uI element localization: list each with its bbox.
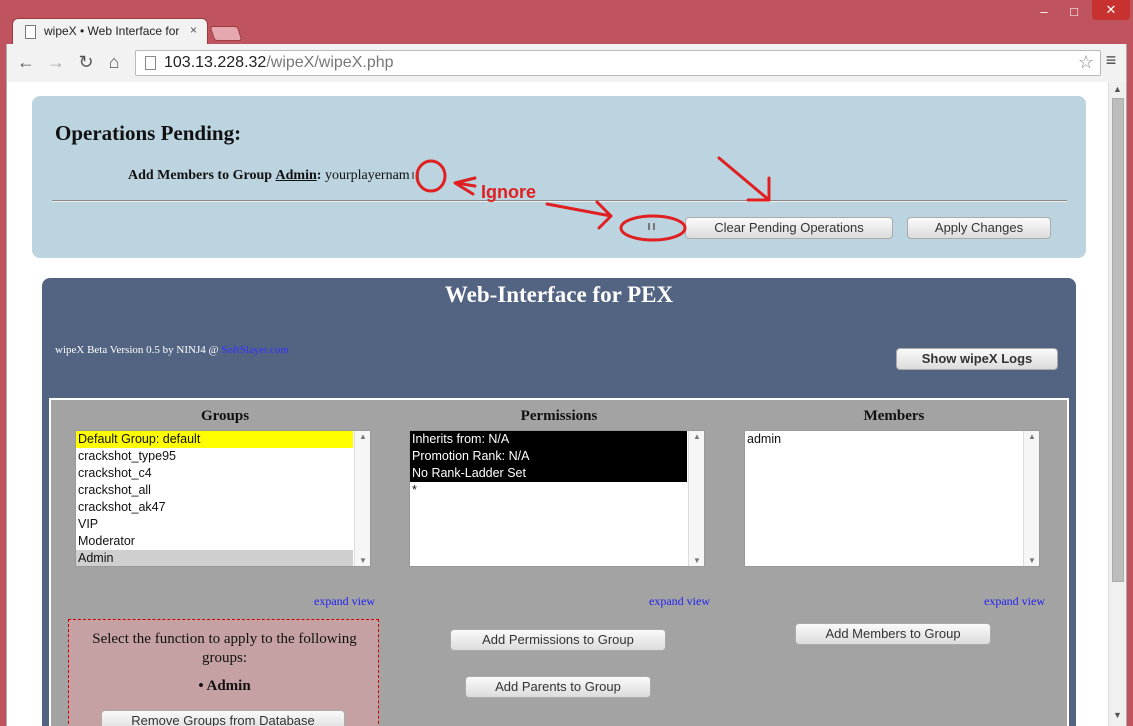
page-icon	[25, 25, 36, 39]
scroll-up-icon[interactable]: ▲	[359, 432, 367, 441]
minimize-icon[interactable]: –	[1032, 4, 1056, 19]
tab-title: wipeX • Web Interface for	[44, 24, 180, 38]
group-item[interactable]: crackshot_type95	[76, 448, 353, 465]
selected-group: • Admin	[198, 678, 251, 694]
scroll-up-icon[interactable]: ▲	[1113, 84, 1122, 94]
groups-listbox[interactable]: Default Group: default crackshot_type95 …	[75, 430, 371, 567]
members-scrollbar[interactable]: ▲ ▼	[1023, 431, 1039, 566]
groups-scrollbar[interactable]: ▲ ▼	[354, 431, 370, 566]
scroll-up-icon[interactable]: ▲	[693, 432, 701, 441]
browser-toolbar: ← → ↻ ⌂ 103.13.228.32/wipeX/wipeX.php ☆ …	[6, 44, 1127, 82]
group-item[interactable]: Moderator	[76, 533, 353, 550]
page-icon	[145, 56, 156, 70]
url-host: 103.13.228.32	[164, 54, 267, 71]
ignore-annotation-label: Ignore	[481, 182, 537, 202]
pending-operation: Add Members to Group Admin: yourplayerna…	[128, 168, 419, 184]
url-path: /wipeX/wipeX.php	[266, 54, 394, 71]
permissions-listbox[interactable]: Inherits from: N/A Promotion Rank: N/A N…	[409, 430, 705, 567]
scroll-down-icon[interactable]: ▼	[359, 556, 367, 565]
pending-op-value: yourplayernam	[324, 168, 410, 183]
version-text: wipeX Beta Version 0.5 by NINJ4 @	[55, 344, 219, 356]
permissions-scrollbar[interactable]: ▲ ▼	[688, 431, 704, 566]
page-title: Web-Interface for PEX	[444, 282, 674, 307]
pending-icon[interactable]	[648, 223, 655, 230]
main-panel: Web-Interface for PEX wipeX Beta Version…	[42, 278, 1076, 726]
pending-operations-panel: Operations Pending: Add Members to Group…	[32, 96, 1086, 258]
scroll-down-icon[interactable]: ▼	[1113, 710, 1122, 720]
group-function-box: Select the function to apply to the foll…	[68, 619, 379, 726]
scroll-thumb[interactable]	[1112, 98, 1124, 582]
add-members-button[interactable]: Add Members to Group	[795, 623, 991, 645]
pending-title: Operations Pending:	[55, 121, 242, 145]
members-header: Members	[863, 408, 925, 424]
url-text: 103.13.228.32/wipeX/wipeX.php	[164, 54, 394, 72]
clear-pending-button[interactable]: Clear Pending Operations	[685, 217, 893, 239]
pending-op-prefix: Add Members to Group	[128, 168, 273, 183]
permissions-expand-link[interactable]: expand view	[649, 594, 710, 609]
scroll-up-icon[interactable]: ▲	[1028, 432, 1036, 441]
bookmark-star-icon[interactable]: ☆	[1078, 52, 1094, 73]
add-parents-button[interactable]: Add Parents to Group	[465, 676, 651, 698]
page-viewport: Operations Pending: Add Members to Group…	[6, 82, 1127, 726]
scroll-down-icon[interactable]: ▼	[693, 556, 701, 565]
add-permissions-button[interactable]: Add Permissions to Group	[450, 629, 666, 651]
remove-op-icon[interactable]	[411, 172, 419, 180]
members-expand-link[interactable]: expand view	[984, 594, 1045, 609]
group-item[interactable]: crackshot_c4	[76, 465, 353, 482]
close-window-icon[interactable]: ✕	[1092, 0, 1130, 20]
pending-op-group-link[interactable]: Admin	[276, 168, 317, 183]
divider	[52, 200, 1067, 202]
permission-item[interactable]: No Rank-Ladder Set	[410, 465, 687, 482]
permission-item[interactable]: Promotion Rank: N/A	[410, 448, 687, 465]
address-bar[interactable]: 103.13.228.32/wipeX/wipeX.php ☆	[135, 50, 1101, 76]
function-instructions: Select the function to apply to the foll…	[92, 631, 357, 666]
remove-groups-button[interactable]: Remove Groups from Database	[101, 710, 345, 726]
home-icon[interactable]: ⌂	[103, 52, 125, 73]
show-logs-button[interactable]: Show wipeX Logs	[896, 348, 1058, 370]
softslayer-link[interactable]: SoftSlayer.com	[221, 344, 289, 356]
reload-icon[interactable]: ↻	[75, 52, 97, 73]
scroll-down-icon[interactable]: ▼	[1028, 556, 1036, 565]
pending-op-colon: :	[316, 168, 322, 183]
group-item[interactable]: crackshot_ak47	[76, 499, 353, 516]
browser-tab[interactable]: wipeX • Web Interface for ×	[12, 18, 208, 44]
group-item[interactable]: VIP	[76, 516, 353, 533]
group-item[interactable]: crackshot_all	[76, 482, 353, 499]
new-tab-button[interactable]	[209, 26, 243, 41]
forward-arrow-icon[interactable]: →	[45, 52, 67, 73]
page-scrollbar[interactable]: ▲ ▼	[1108, 82, 1126, 726]
back-arrow-icon[interactable]: ←	[15, 52, 37, 73]
browser-titlebar: wipeX • Web Interface for × – □ ✕	[0, 0, 1133, 44]
members-listbox[interactable]: admin ▲ ▼	[744, 430, 1040, 567]
groups-header: Groups	[200, 408, 250, 424]
permissions-header: Permissions	[520, 408, 598, 424]
permission-item[interactable]: *	[410, 482, 687, 499]
groups-expand-link[interactable]: expand view	[314, 594, 375, 609]
version-info: wipeX Beta Version 0.5 by NINJ4 @ SoftSl…	[55, 344, 289, 356]
member-item[interactable]: admin	[745, 431, 1022, 448]
group-item[interactable]: Default Group: default	[76, 431, 353, 448]
editor-area: Groups Default Group: default crackshot_…	[49, 398, 1069, 726]
maximize-icon[interactable]: □	[1062, 4, 1086, 19]
group-item[interactable]: Admin	[76, 550, 353, 566]
apply-changes-button[interactable]: Apply Changes	[907, 217, 1051, 239]
close-tab-icon[interactable]: ×	[190, 23, 197, 37]
permission-item[interactable]: Inherits from: N/A	[410, 431, 687, 448]
menu-icon[interactable]: ≡	[1101, 50, 1121, 71]
